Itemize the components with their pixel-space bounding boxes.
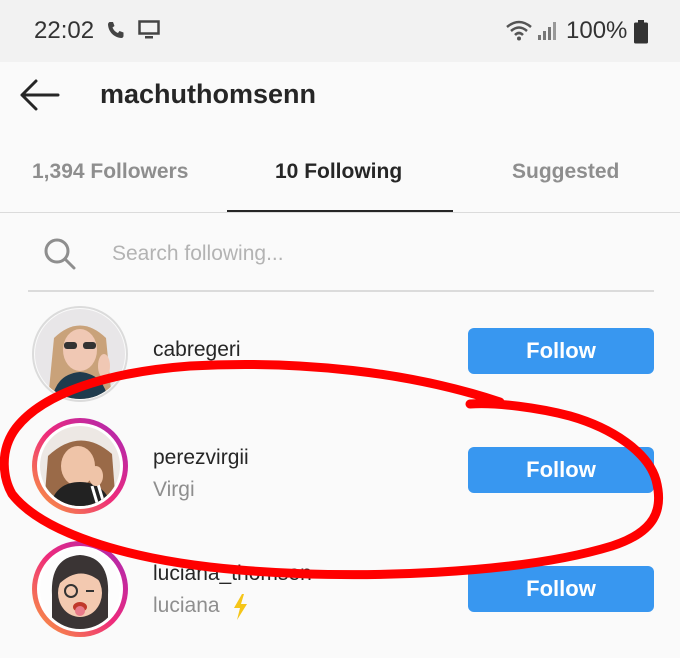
full-name: luciana xyxy=(153,594,220,617)
search-input[interactable] xyxy=(110,238,614,270)
tab-following[interactable]: 10 Following xyxy=(275,160,402,184)
page-title: machuthomsenn xyxy=(100,79,317,109)
wifi-icon xyxy=(505,19,533,46)
username[interactable]: perezvirgii xyxy=(153,446,249,470)
monitor-icon xyxy=(138,20,160,45)
back-arrow-icon[interactable] xyxy=(18,78,62,117)
follow-button[interactable]: Follow xyxy=(468,566,654,612)
list-item[interactable]: cabregeri Follow xyxy=(0,296,680,414)
list-item[interactable]: luciana_thomsen luciana Follow xyxy=(0,536,680,654)
avatar[interactable] xyxy=(32,541,128,637)
tab-bar: 1,394 Followers 10 Following Suggested xyxy=(0,138,680,213)
tab-followers[interactable]: 1,394 Followers xyxy=(32,160,188,184)
avatar[interactable] xyxy=(32,306,128,402)
active-tab-indicator xyxy=(227,210,453,212)
tab-suggested[interactable]: Suggested xyxy=(512,160,619,184)
lightning-icon xyxy=(232,594,248,625)
status-bar: 22:02 100% xyxy=(0,0,680,62)
signal-icon xyxy=(537,21,557,46)
battery-icon xyxy=(634,20,648,49)
full-name: Virgi xyxy=(153,478,195,501)
search-bar xyxy=(28,222,654,292)
list-item[interactable]: perezvirgii Virgi Follow xyxy=(0,412,680,530)
username[interactable]: luciana_thomsen xyxy=(153,562,312,586)
avatar[interactable] xyxy=(32,418,128,514)
username[interactable]: cabregeri xyxy=(153,338,241,362)
follow-button[interactable]: Follow xyxy=(468,328,654,374)
app-header: machuthomsenn xyxy=(0,62,680,130)
phone-icon xyxy=(106,20,126,45)
status-time: 22:02 xyxy=(34,17,95,44)
battery-percent: 100% xyxy=(566,17,628,44)
follow-button[interactable]: Follow xyxy=(468,447,654,493)
search-icon xyxy=(42,236,78,277)
